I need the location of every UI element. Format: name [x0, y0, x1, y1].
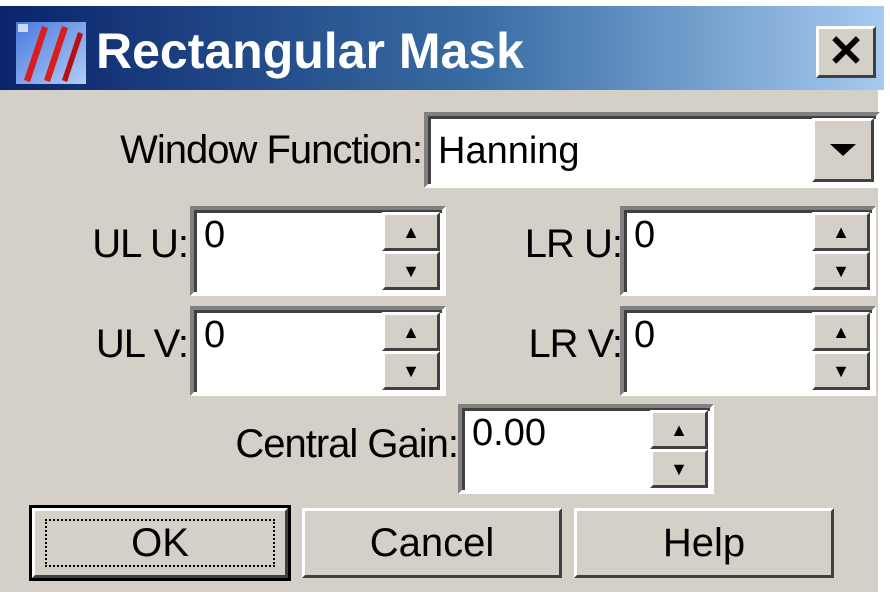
central-gain-spinner: ▲ ▼ — [650, 410, 708, 488]
ul-u-spin-down-button[interactable]: ▼ — [382, 251, 440, 290]
spin-down-icon: ▼ — [670, 458, 688, 479]
cancel-button-label: Cancel — [369, 520, 495, 565]
lr-v-spin-down-button[interactable]: ▼ — [812, 351, 870, 390]
help-button-label: Help — [662, 520, 746, 565]
focus-rectangle — [45, 519, 275, 567]
central-gain-spin-down-button[interactable]: ▼ — [650, 449, 708, 488]
lr-v-label: LR V: — [528, 322, 623, 366]
lr-u-spin-down-button[interactable]: ▼ — [812, 251, 870, 290]
ul-u-spinbox[interactable]: 0 ▲ ▼ — [190, 206, 446, 296]
spin-down-icon: ▼ — [402, 360, 420, 381]
spin-up-icon: ▲ — [832, 221, 850, 242]
spin-up-icon: ▲ — [402, 321, 420, 342]
lr-u-spinner: ▲ ▼ — [812, 212, 870, 290]
central-gain-spin-up-button[interactable]: ▲ — [650, 410, 708, 449]
lr-v-spinbox[interactable]: 0 ▲ ▼ — [620, 306, 876, 396]
cancel-button[interactable]: Cancel — [302, 508, 562, 578]
close-button[interactable]: ✕ — [816, 26, 876, 78]
close-icon: ✕ — [827, 27, 865, 76]
spin-down-icon: ▼ — [832, 360, 850, 381]
spin-up-icon: ▲ — [670, 419, 688, 440]
help-button[interactable]: Help — [574, 508, 834, 578]
lr-v-spin-up-button[interactable]: ▲ — [812, 312, 870, 351]
ul-v-spin-down-button[interactable]: ▼ — [382, 351, 440, 390]
ul-u-spin-up-button[interactable]: ▲ — [382, 212, 440, 251]
chevron-down-icon — [830, 144, 856, 156]
window-function-label: Window Function: — [120, 128, 423, 172]
lr-u-label: LR U: — [524, 222, 623, 266]
lr-v-value: 0 — [634, 314, 656, 356]
lr-u-value: 0 — [634, 214, 656, 256]
lr-v-spinner: ▲ ▼ — [812, 312, 870, 390]
ul-v-spinbox[interactable]: 0 ▲ ▼ — [190, 306, 446, 396]
spin-down-icon: ▼ — [832, 260, 850, 281]
ul-v-label: UL V: — [95, 322, 189, 366]
ul-u-spinner: ▲ ▼ — [382, 212, 440, 290]
lr-u-spin-up-button[interactable]: ▲ — [812, 212, 870, 251]
central-gain-spinbox[interactable]: 0.00 ▲ ▼ — [458, 404, 714, 494]
central-gain-label: Central Gain: — [235, 422, 459, 466]
ul-v-spinner: ▲ ▼ — [382, 312, 440, 390]
central-gain-value: 0.00 — [472, 412, 546, 454]
lr-u-spinbox[interactable]: 0 ▲ ▼ — [620, 206, 876, 296]
spin-down-icon: ▼ — [402, 260, 420, 281]
rectangular-mask-dialog: Rectangular Mask ✕ Window Function: Hann… — [0, 0, 884, 592]
ok-button[interactable]: OK — [29, 505, 291, 581]
app-icon — [16, 22, 86, 84]
ul-v-spin-up-button[interactable]: ▲ — [382, 312, 440, 351]
title-bar[interactable]: Rectangular Mask ✕ — [0, 0, 884, 90]
window-function-select[interactable]: Hanning — [424, 112, 880, 188]
window-function-value: Hanning — [438, 130, 580, 172]
dialog-title: Rectangular Mask — [96, 23, 524, 79]
window-function-dropdown-button[interactable] — [812, 118, 874, 182]
ul-u-value: 0 — [204, 214, 226, 256]
spin-up-icon: ▲ — [832, 321, 850, 342]
ul-v-value: 0 — [204, 314, 226, 356]
ul-u-label: UL U: — [92, 222, 189, 266]
spin-up-icon: ▲ — [402, 221, 420, 242]
